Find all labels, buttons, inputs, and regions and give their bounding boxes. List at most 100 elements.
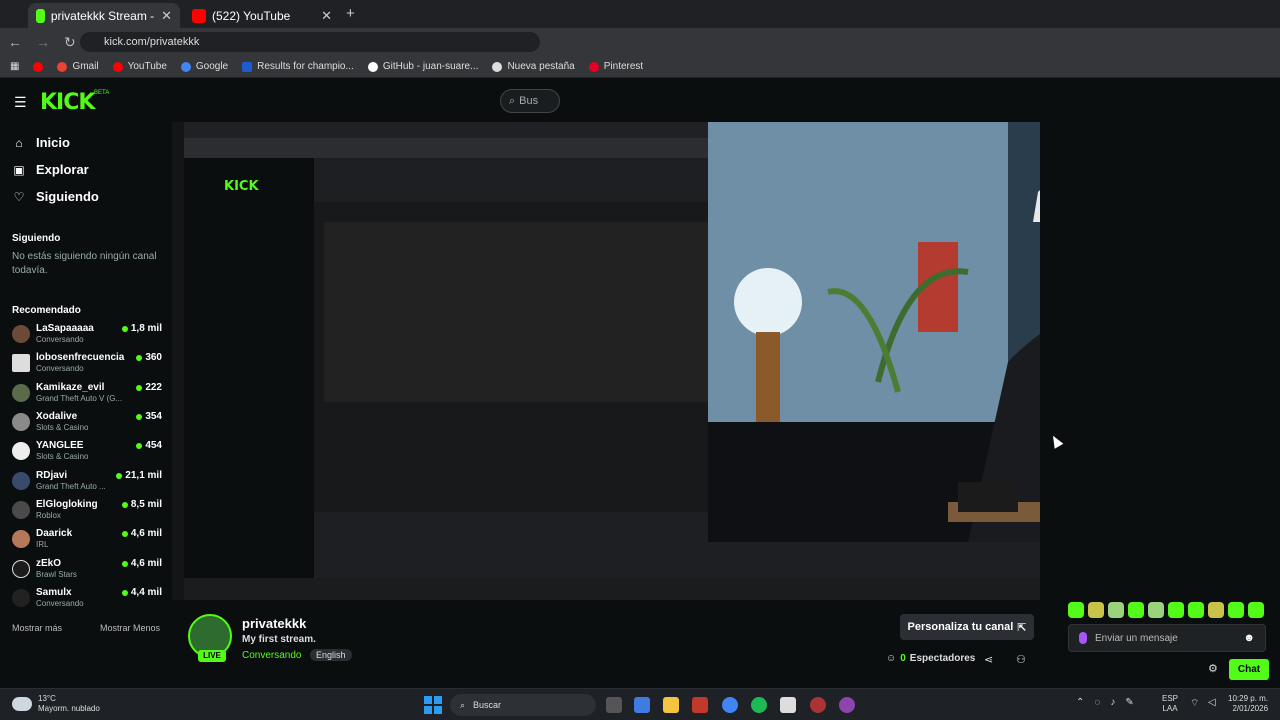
avatar xyxy=(12,560,30,578)
app-icon[interactable] xyxy=(810,697,826,713)
bookmark-youtube-short[interactable] xyxy=(33,61,44,72)
emote-bar xyxy=(1068,602,1264,618)
menu-icon[interactable]: ☰ xyxy=(14,94,28,111)
avatar xyxy=(12,530,30,548)
windows-start-icon[interactable] xyxy=(424,696,442,714)
chat-send-button[interactable]: Chat xyxy=(1229,659,1269,680)
forward-icon[interactable]: → xyxy=(36,34,50,50)
heart-icon: ♡ xyxy=(13,189,25,204)
chrome-icon[interactable] xyxy=(722,697,738,713)
browser-tab-bar: privatekkk Stream - Watch Live ✕ (522) Y… xyxy=(0,0,1280,28)
home-icon: ⌂ xyxy=(15,135,23,150)
emote-icon[interactable] xyxy=(1208,602,1224,618)
channel-name[interactable]: privatekkk xyxy=(242,616,306,631)
bookmarks-bar: ▦ Gmail YouTube Google Results for champ… xyxy=(0,56,1280,78)
webcam-scene xyxy=(708,122,1040,542)
pen-tray-icon[interactable]: ✎ xyxy=(1125,697,1133,708)
reload-icon[interactable]: ↻ xyxy=(64,34,76,51)
channel-avatar[interactable]: LIVE xyxy=(188,614,232,662)
bookmark-google[interactable]: Google xyxy=(180,61,228,72)
close-tab-icon[interactable]: ✕ xyxy=(321,8,332,24)
beta-label: BETA xyxy=(94,90,110,96)
bookmark-gmail[interactable]: Gmail xyxy=(57,61,99,72)
live-badge: LIVE xyxy=(198,650,226,662)
winrar-icon[interactable] xyxy=(692,697,708,713)
windows-taskbar: 13°C Mayorm. nublado ⌕ Buscar ⌃ ◌ ♪ ✎ ES… xyxy=(0,688,1280,720)
recommended-channel[interactable]: ElGlogloking Roblox 8,5 mil xyxy=(12,499,162,527)
search-icon: ⌕ xyxy=(460,699,466,710)
avatar xyxy=(12,384,30,402)
weather-widget[interactable]: 13°C Mayorm. nublado xyxy=(12,694,100,714)
language-tag[interactable]: English xyxy=(310,649,352,661)
tab-youtube[interactable]: (522) YouTube ✕ xyxy=(184,3,340,28)
share-icon[interactable]: ⋖ xyxy=(984,653,993,666)
recommended-channel[interactable]: LaSapaaaaa Conversando 1,8 mil xyxy=(12,323,162,351)
emote-icon[interactable] xyxy=(1228,602,1244,618)
customize-channel-button[interactable]: Personaliza tu canal ⇱ xyxy=(900,614,1034,640)
emote-icon[interactable] xyxy=(1068,602,1084,618)
emote-icon[interactable] xyxy=(1148,602,1164,618)
kick-logo[interactable]: KICK xyxy=(40,90,95,115)
wifi-icon[interactable]: ⌔ xyxy=(1190,697,1199,710)
emote-icon[interactable] xyxy=(1128,602,1144,618)
emote-icon[interactable] xyxy=(1108,602,1124,618)
address-bar[interactable]: kick.com/privatekkk xyxy=(80,32,540,52)
bookmark-pinterest[interactable]: Pinterest xyxy=(588,61,643,72)
live-dot-icon xyxy=(136,384,143,391)
emote-icon[interactable] xyxy=(1188,602,1204,618)
chevron-up-icon[interactable]: ⌃ xyxy=(1076,697,1084,708)
minecraft-icon[interactable] xyxy=(780,697,796,713)
bookmark-youtube[interactable]: YouTube xyxy=(112,61,167,72)
avatar xyxy=(12,501,30,519)
bookmark-results[interactable]: Results for champio... xyxy=(242,61,354,72)
chat-settings-gear-icon[interactable]: ⚙ xyxy=(1208,662,1218,675)
sidebar-item-siguiendo[interactable]: ♡ Siguiendo xyxy=(12,189,99,204)
search-input[interactable]: ⌕ Bus xyxy=(500,89,560,113)
task-view-icon[interactable] xyxy=(606,697,622,713)
network-tray-icon[interactable]: ◌ xyxy=(1094,697,1100,708)
show-less-button[interactable]: Mostrar Menos xyxy=(100,623,160,633)
following-section-title: Siguiendo xyxy=(12,233,61,244)
taskbar-search[interactable]: ⌕ Buscar xyxy=(450,694,596,716)
bookmark-github[interactable]: GitHub - juan-suare... xyxy=(367,61,478,72)
chat-message-input[interactable]: Enviar un mensaje ☻ xyxy=(1068,624,1266,652)
search-icon: ⌕ xyxy=(509,94,516,107)
spotify-icon[interactable] xyxy=(751,697,767,713)
bookmark-new-tab[interactable]: Nueva pestaña xyxy=(492,61,575,72)
file-explorer-icon[interactable] xyxy=(663,697,679,713)
sidebar-item-inicio[interactable]: ⌂ Inicio xyxy=(12,135,70,150)
emoji-icon[interactable]: ☻ xyxy=(1243,632,1255,644)
mic-tray-icon[interactable]: ♪ xyxy=(1110,697,1115,708)
tab-kick[interactable]: privatekkk Stream - Watch Live ✕ xyxy=(28,3,180,28)
stream-player[interactable]: KICK xyxy=(172,122,1040,600)
back-icon[interactable]: ← xyxy=(8,34,22,50)
emote-icon[interactable] xyxy=(1168,602,1184,618)
obs-icon[interactable] xyxy=(839,697,855,713)
microphone-icon[interactable] xyxy=(1079,632,1087,644)
volume-icon[interactable]: ◁ xyxy=(1208,697,1216,708)
external-link-icon: ⇱ xyxy=(1017,621,1027,634)
new-tab-button[interactable]: + xyxy=(346,5,355,22)
emote-icon[interactable] xyxy=(1088,602,1104,618)
user-settings-icon[interactable]: ⚇ xyxy=(1016,653,1026,666)
emote-icon[interactable] xyxy=(1248,602,1264,618)
copilot-icon[interactable] xyxy=(634,697,650,713)
recommended-channel[interactable]: Xodalive Slots & Casino 354 xyxy=(12,411,162,439)
input-language[interactable]: ESP LAA xyxy=(1162,694,1178,714)
apps-icon[interactable]: ▦ xyxy=(10,61,19,72)
recommended-channel[interactable]: Samulx Conversando 4,4 mil xyxy=(12,587,162,615)
recommended-channel[interactable]: Daarick IRL 4,6 mil xyxy=(12,528,162,556)
recommended-channel[interactable]: YANGLEE Slots & Casino 454 xyxy=(12,440,162,468)
clock[interactable]: 10:29 p. m. 2/01/2026 xyxy=(1228,694,1268,714)
show-more-button[interactable]: Mostrar más xyxy=(12,623,62,633)
close-tab-icon[interactable]: ✕ xyxy=(161,8,172,24)
live-dot-icon xyxy=(121,325,128,332)
recommended-channel[interactable]: RDjavi Grand Theft Auto ... 21,1 mil xyxy=(12,470,162,498)
recommended-section-title: Recomendado xyxy=(12,305,81,316)
recommended-channel[interactable]: Kamikaze_evil Grand Theft Auto V (G... 2… xyxy=(12,382,162,410)
recommended-channel[interactable]: zEkO Brawl Stars 4,6 mil xyxy=(12,558,162,586)
sidebar-item-explorar[interactable]: ▣ Explorar xyxy=(12,162,88,177)
recommended-channel[interactable]: lobosenfrecuencia Conversando 360 xyxy=(12,352,162,380)
stream-category[interactable]: Conversando xyxy=(242,650,301,661)
stream-title: My first stream. xyxy=(242,634,316,645)
